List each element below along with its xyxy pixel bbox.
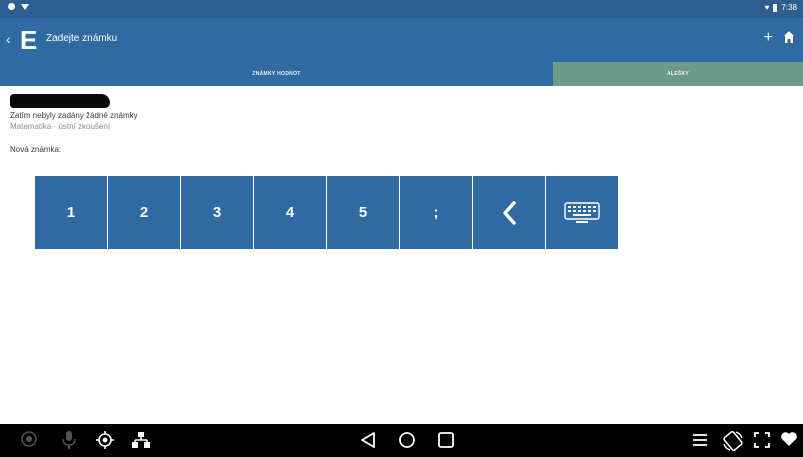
key-semicolon[interactable]: ; <box>400 176 472 249</box>
keyboard-button[interactable] <box>546 176 618 249</box>
key-4[interactable]: 4 <box>254 176 326 249</box>
rotate-icon[interactable] <box>722 430 744 452</box>
tab-bar: ZNÁMKY HODNOT ALEŠKY <box>0 62 803 86</box>
key-3[interactable]: 3 <box>181 176 253 249</box>
app-logo: E <box>20 25 38 55</box>
no-grades-message: Zatím nebyly zadány žádné známky <box>10 111 138 120</box>
clock: 7:38 <box>781 3 797 12</box>
subject-line: Matematika · ústní zkoušení <box>10 122 111 131</box>
fullscreen-icon[interactable] <box>752 430 772 450</box>
menu-icon[interactable] <box>690 430 710 450</box>
status-right: ♥ 7:38 <box>765 3 797 12</box>
status-bar: ♥ 7:38 <box>0 0 803 18</box>
tab-label: ZNÁMKY HODNOT <box>252 71 301 77</box>
home-icon[interactable] <box>783 30 795 44</box>
key-1[interactable]: 1 <box>35 176 107 249</box>
app-bar: ‹ E Zadejte známku + <box>0 18 803 62</box>
redacted-student-name <box>10 94 110 108</box>
keyboard-icon <box>564 201 600 223</box>
tab-grades[interactable]: ZNÁMKY HODNOT <box>0 62 553 86</box>
network-icon[interactable] <box>130 430 152 450</box>
signal-icon: ♥ <box>764 3 770 12</box>
new-grade-label: Nová známka: <box>10 145 62 154</box>
home-nav-icon[interactable] <box>397 430 417 450</box>
tab-students[interactable]: ALEŠKY <box>553 62 803 86</box>
add-button[interactable]: + <box>764 28 773 48</box>
key-2[interactable]: 2 <box>108 176 180 249</box>
key-5[interactable]: 5 <box>327 176 399 249</box>
back-arrow-icon[interactable]: ‹ <box>6 30 11 48</box>
navigation-bar <box>0 424 803 457</box>
camera-icon[interactable] <box>20 430 38 448</box>
back-icon[interactable] <box>358 430 378 450</box>
backspace-button[interactable] <box>473 176 545 249</box>
notification-icon <box>8 3 15 10</box>
microphone-icon[interactable] <box>60 430 78 450</box>
grade-keypad: 1 2 3 4 5 ; <box>35 176 618 249</box>
tab-label: ALEŠKY <box>666 71 690 77</box>
page-title: Zadejte známku <box>46 33 118 44</box>
wifi-icon <box>21 3 29 10</box>
status-left <box>8 3 29 10</box>
recents-icon[interactable] <box>436 430 456 450</box>
backspace-icon <box>503 200 516 225</box>
location-icon[interactable] <box>95 430 115 450</box>
favorite-icon[interactable] <box>780 430 798 448</box>
battery-icon <box>773 3 778 12</box>
